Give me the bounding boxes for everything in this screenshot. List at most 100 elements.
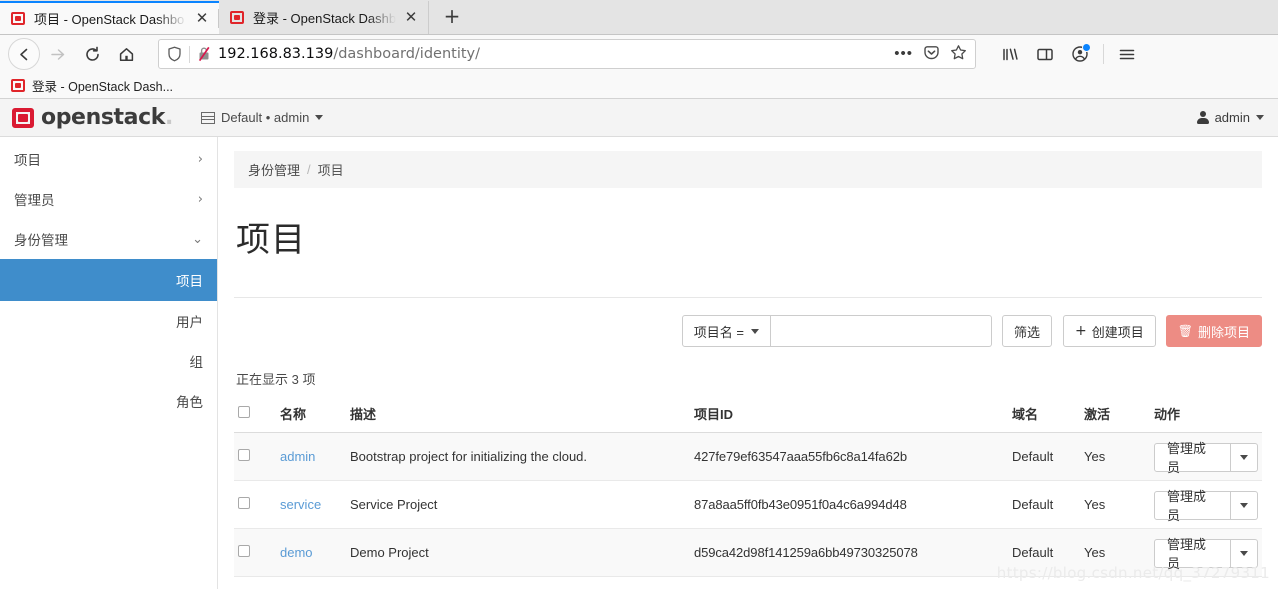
chevron-right-icon: › [197, 191, 203, 207]
delete-projects-label: 删除项目 [1197, 324, 1250, 340]
header-select-all [234, 398, 276, 433]
row-actions-cell: 管理成员 [1150, 480, 1262, 529]
row-checkbox[interactable] [238, 545, 250, 557]
browser-tab-1[interactable]: 项目 - OpenStack Dashbo ✕ [0, 1, 219, 34]
sidebar-item-projects[interactable]: 项目 [0, 259, 217, 301]
openstack-logo[interactable]: openstack. [12, 105, 173, 130]
filter-field-dropdown[interactable]: 项目名 = [681, 315, 771, 347]
breadcrumb-parent[interactable]: 身份管理 [248, 160, 300, 179]
url-action-icons: ••• [894, 44, 967, 64]
url-text: 192.168.83.139/dashboard/identity/ [218, 46, 887, 62]
chevron-down-icon [1256, 115, 1264, 120]
row-actions-dropdown-toggle[interactable] [1231, 490, 1258, 520]
home-icon[interactable] [110, 38, 142, 70]
header-name: 名称 [276, 398, 346, 433]
account-icon[interactable] [1064, 39, 1096, 69]
browser-tab-2[interactable]: 登录 - OpenStack Dashbo ✕ [219, 1, 429, 34]
breadcrumb-current: 项目 [317, 163, 344, 178]
openstack-favicon-icon [11, 11, 27, 27]
close-icon[interactable]: ✕ [403, 9, 419, 26]
sidebar-group-admin[interactable]: 管理员 › [0, 179, 217, 219]
sidebar-group-project[interactable]: 项目 › [0, 139, 217, 179]
bookmark-label: 登录 - OpenStack Dash... [32, 80, 174, 94]
bookmarks-bar: 登录 - OpenStack Dash... [0, 73, 1278, 99]
breadcrumb-separator: / [307, 162, 311, 177]
manage-members-button[interactable]: 管理成员 [1154, 441, 1232, 475]
table-header-row: 名称 描述 项目ID 域名 激活 动作 [234, 398, 1262, 433]
new-tab-button[interactable]: + [437, 2, 467, 32]
user-menu[interactable]: admin [1196, 110, 1264, 125]
result-count-top: 正在显示 3 项 [236, 372, 316, 387]
watermark-text: https://blog.csdn.net/qq_37279311 [996, 564, 1270, 582]
sidebar-item-roles[interactable]: 角色 [0, 381, 217, 421]
project-link[interactable]: admin [280, 449, 315, 464]
header-actions: 动作 [1150, 398, 1262, 433]
forward-arrow-icon [42, 38, 74, 70]
select-all-checkbox[interactable] [238, 406, 250, 418]
openstack-logo-icon [12, 107, 34, 128]
shield-icon[interactable] [167, 46, 182, 62]
tab-title: 登录 - OpenStack Dashbo [253, 11, 396, 26]
row-name-cell: demo [276, 528, 346, 577]
row-actions-dropdown-toggle[interactable] [1231, 442, 1258, 472]
sidebar-icon[interactable] [1029, 39, 1061, 69]
row-actions-cell: 管理成员 [1150, 432, 1262, 481]
user-name: admin [1214, 110, 1250, 125]
filter-field-label: 项目名 = [693, 324, 744, 340]
sidebar-nav: 项目 › 管理员 › 身份管理 ⌄ 项目 用户 组 角色 [0, 137, 218, 589]
browser-toolbar-right [984, 39, 1143, 69]
sidebar-item-users[interactable]: 用户 [0, 301, 217, 341]
project-domain-switcher[interactable]: Default • admin [200, 110, 324, 125]
library-icon[interactable] [994, 39, 1026, 69]
header-domain: 域名 [1008, 398, 1080, 433]
title-divider [234, 297, 1262, 298]
row-project-id-cell: 427fe79ef63547aaa55fb6c8a14fa62b [690, 432, 1008, 481]
grid-icon [200, 111, 215, 124]
reload-icon[interactable] [76, 38, 108, 70]
table-row: service Service Project 87a8aa5ff0fb43e0… [234, 480, 1262, 529]
row-checkbox[interactable] [238, 449, 250, 461]
pocket-icon[interactable] [923, 44, 940, 64]
filter-button[interactable]: 筛选 [1001, 315, 1052, 347]
url-bar[interactable]: 192.168.83.139/dashboard/identity/ ••• [158, 39, 976, 69]
chevron-down-icon [1240, 502, 1249, 508]
table-toolbar: 项目名 = 筛选 + 创建项目 🗑 删除项目 [234, 315, 1262, 347]
openstack-topbar: openstack. Default • admin admin [0, 99, 1278, 137]
header-description: 描述 [346, 398, 690, 433]
row-domain-cell: Default [1008, 432, 1080, 481]
main-content: 身份管理 / 项目 项目 项目名 = 筛选 + 创建项目 🗑 删除项目 正在显示… [218, 137, 1278, 589]
person-icon [1196, 111, 1209, 124]
back-arrow-icon[interactable] [8, 38, 40, 70]
search-input[interactable] [770, 315, 992, 347]
menu-icon[interactable] [1111, 39, 1143, 69]
ellipsis-icon[interactable]: ••• [894, 46, 913, 61]
create-project-label: 创建项目 [1091, 324, 1144, 340]
context-label: Default • admin [220, 110, 310, 125]
row-description-cell: Bootstrap project for initializing the c… [346, 432, 690, 481]
star-icon[interactable] [950, 44, 967, 64]
project-link[interactable]: demo [280, 545, 313, 560]
sidebar-group-label: 身份管理 [14, 233, 68, 248]
row-name-cell: admin [276, 432, 346, 481]
broken-lock-icon[interactable] [197, 46, 211, 62]
manage-members-button[interactable]: 管理成员 [1154, 489, 1232, 523]
row-action-split-button: 管理成员 [1154, 489, 1258, 523]
create-project-button[interactable]: + 创建项目 [1063, 315, 1156, 347]
row-name-cell: service [276, 480, 346, 529]
sidebar-group-identity[interactable]: 身份管理 ⌄ [0, 219, 217, 259]
dashboard-page: openstack. Default • admin admin 项目 › 管理… [0, 99, 1278, 589]
openstack-favicon-icon [11, 78, 26, 93]
sidebar-item-groups[interactable]: 组 [0, 341, 217, 381]
row-checkbox[interactable] [238, 497, 250, 509]
project-link[interactable]: service [280, 497, 321, 512]
bookmark-item[interactable]: 登录 - OpenStack Dash... [6, 74, 178, 97]
openstack-favicon-icon [230, 10, 246, 26]
close-icon[interactable]: ✕ [194, 10, 210, 27]
sidebar-group-label: 管理员 [14, 193, 55, 208]
row-description-cell: Demo Project [346, 528, 690, 577]
tab-strip: 项目 - OpenStack Dashbo ✕ 登录 - OpenStack D… [0, 0, 1278, 35]
row-action-split-button: 管理成员 [1154, 441, 1258, 475]
projects-table: 名称 描述 项目ID 域名 激活 动作 admin Bootstrap proj… [234, 398, 1262, 577]
delete-projects-button[interactable]: 🗑 删除项目 [1165, 315, 1262, 347]
browser-chrome: 项目 - OpenStack Dashbo ✕ 登录 - OpenStack D… [0, 0, 1278, 99]
